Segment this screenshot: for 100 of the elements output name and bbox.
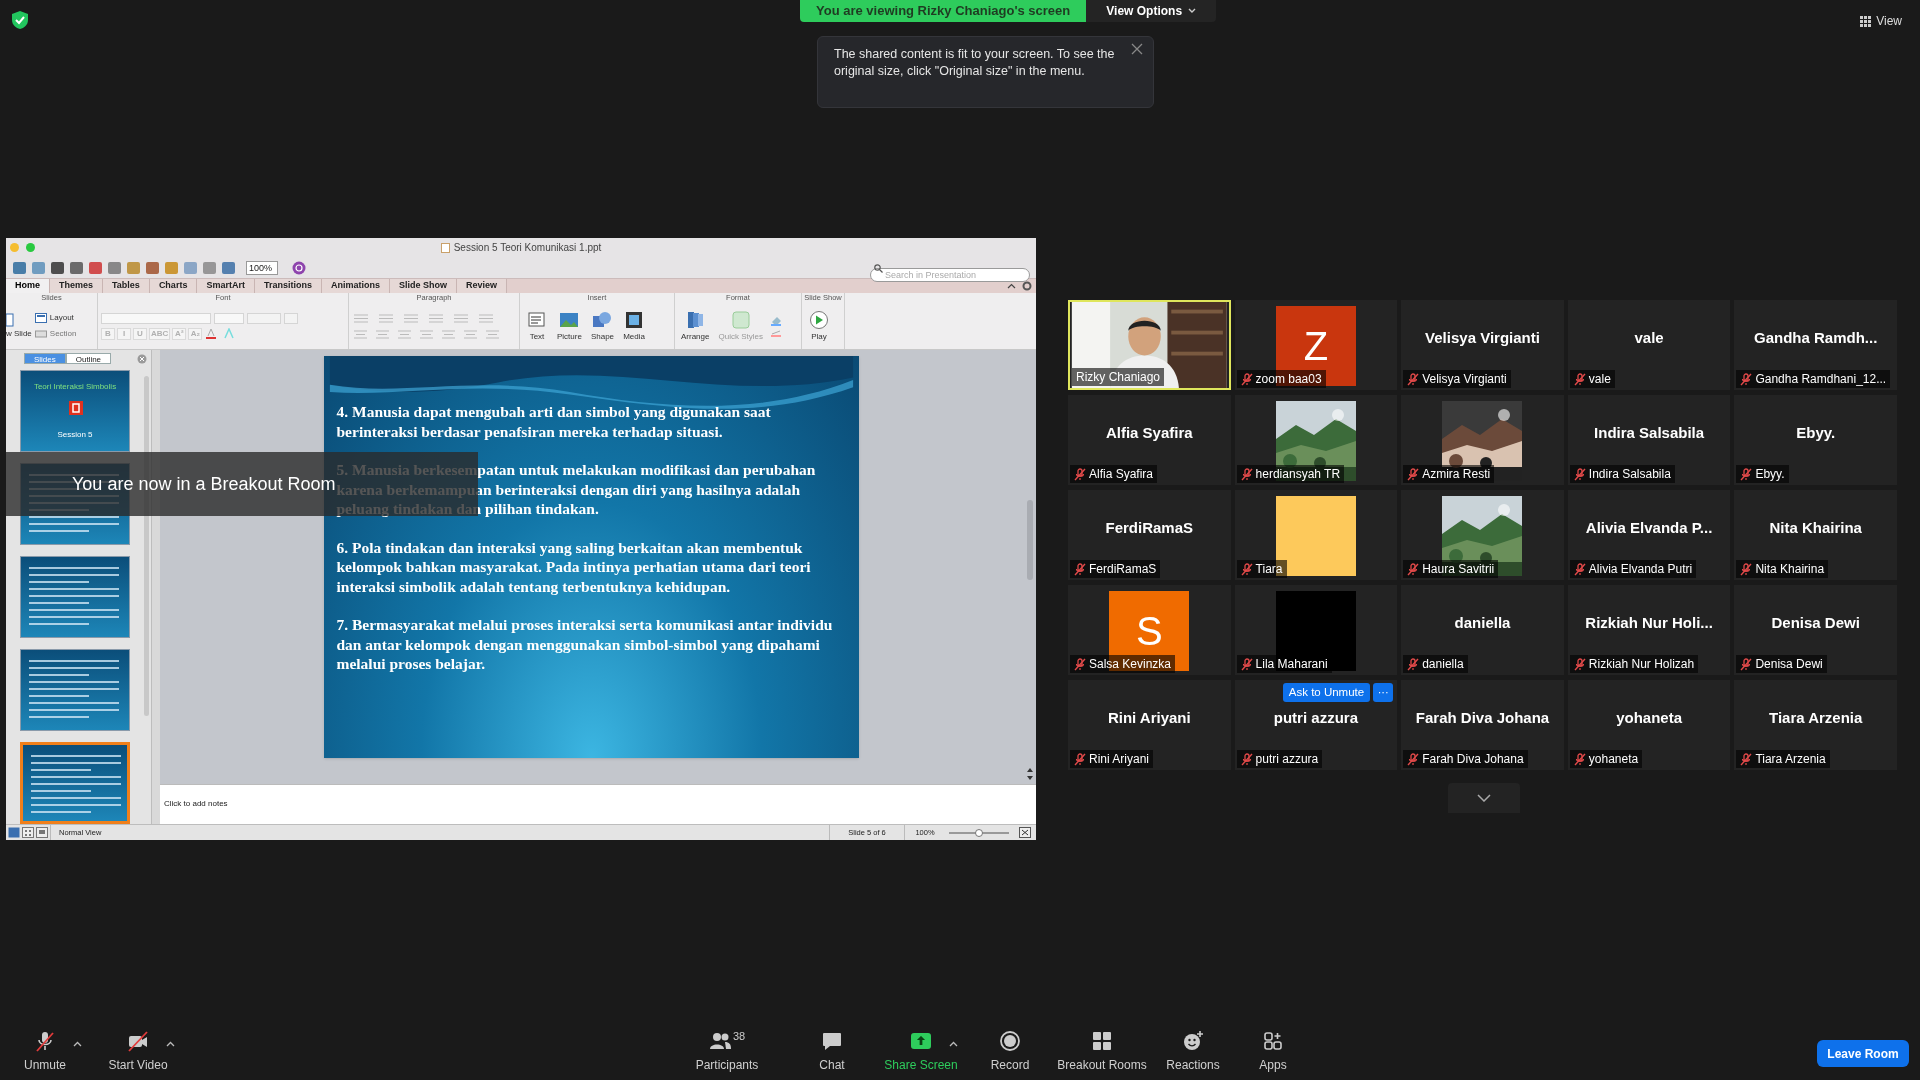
toolbar-button[interactable]: Breakout Rooms — [1052, 1030, 1152, 1074]
cut-icon[interactable] — [88, 260, 103, 275]
ribbon-tab[interactable]: Tables — [103, 279, 150, 293]
slide-thumbnail[interactable] — [20, 556, 130, 638]
slide-thumbnail[interactable]: Teori Interaksi Simbolis Session 5 — [20, 370, 130, 452]
participant-tile[interactable]: Denisa Dewi Denisa Dewi — [1734, 585, 1897, 675]
collapse-icon[interactable] — [1007, 283, 1016, 289]
new-slide-button[interactable]: w Slide — [6, 312, 32, 340]
ribbon-tab[interactable]: Themes — [50, 279, 104, 293]
font-size-field[interactable] — [214, 312, 244, 324]
paste-icon[interactable] — [126, 260, 141, 275]
toolbar-button[interactable]: 38 Participants — [677, 1030, 777, 1074]
sorter-view-icon[interactable] — [22, 827, 34, 838]
participant-tile[interactable]: Rizky Chaniago — [1068, 300, 1231, 390]
text-button[interactable]: Text — [523, 309, 551, 343]
participant-name: herdiansyah TR — [1255, 466, 1341, 483]
undo-icon[interactable] — [164, 260, 179, 275]
participant-tile[interactable]: Tiara — [1234, 490, 1398, 580]
ribbon-tab[interactable]: Home — [6, 279, 50, 293]
participant-tile[interactable]: vale vale — [1567, 300, 1731, 390]
gallery-icon[interactable] — [12, 260, 27, 275]
participant-tile[interactable]: Alfia Syafira Alfia Syafira — [1068, 395, 1231, 485]
play-button[interactable]: Play — [805, 309, 833, 343]
slide-thumbnail[interactable] — [20, 649, 130, 731]
ribbon-tab[interactable]: SmartArt — [197, 279, 255, 293]
participant-tile[interactable]: Rizkiah Nur Holi... Rizkiah Nur Holizah — [1567, 585, 1731, 675]
participant-tile[interactable]: Farah Diva Johana Farah Diva Johana — [1401, 680, 1564, 770]
scroll-arrows-icon[interactable] — [1026, 766, 1034, 782]
shield-icon[interactable] — [12, 11, 28, 29]
participant-tile[interactable]: herdiansyah TR — [1234, 395, 1398, 485]
close-icon[interactable] — [137, 354, 147, 364]
participant-tile[interactable]: Rini Ariyani Rini Ariyani — [1068, 680, 1231, 770]
ribbon-tab[interactable]: Review — [456, 279, 507, 293]
participant-tile[interactable]: Ebyy. Ebyy. — [1734, 395, 1897, 485]
layout-button[interactable]: Layout — [34, 312, 77, 324]
participant-tile[interactable]: S Salsa Kevinzka — [1068, 585, 1231, 675]
ribbon-tab[interactable]: Transitions — [254, 279, 322, 293]
normal-view-icon[interactable] — [8, 827, 20, 838]
caret-icon[interactable] — [949, 1041, 958, 1047]
window-title: Session 5 Teori Komunikasi 1.ppt — [453, 241, 602, 255]
participant-tile[interactable]: daniella daniella — [1401, 585, 1564, 675]
more-button[interactable]: ··· — [1373, 683, 1394, 702]
participant-display-name: Rini Ariyani — [1106, 708, 1192, 728]
caret-icon[interactable] — [166, 1041, 175, 1047]
help-icon[interactable] — [292, 260, 306, 275]
ribbon-tab[interactable]: Animations — [321, 279, 390, 293]
slide-icon[interactable] — [202, 260, 217, 275]
zoom-box[interactable]: 100% — [246, 260, 278, 275]
picture-button[interactable]: Picture — [554, 309, 585, 343]
settings-icon[interactable] — [1022, 281, 1032, 291]
save-icon[interactable] — [50, 260, 65, 275]
smiley-icon — [1182, 1030, 1204, 1052]
zoom-slider[interactable] — [949, 831, 1009, 834]
participant-tile[interactable]: Nita Khairina Nita Khairina — [1734, 490, 1897, 580]
shape-button[interactable]: Shape — [587, 309, 618, 343]
ribbon-tab[interactable]: Slide Show — [389, 279, 457, 293]
participant-tile[interactable]: Z zoom baa03 — [1234, 300, 1398, 390]
toolbar-label: Share Screen — [884, 1057, 958, 1074]
toolbar-button[interactable]: Apps — [1223, 1030, 1323, 1074]
zoom-button[interactable] — [26, 243, 35, 252]
participant-tile[interactable]: Alivia Elvanda P... Alivia Elvanda Putri — [1567, 490, 1731, 580]
pane-tab[interactable]: Outline — [65, 353, 112, 364]
fit-window-icon[interactable] — [1019, 827, 1031, 838]
arrange-button[interactable]: Arrange — [678, 309, 713, 343]
sort-icon[interactable] — [221, 260, 236, 275]
participant-tile[interactable]: Velisya Virgianti Velisya Virgianti — [1401, 300, 1564, 390]
slide-thumbnail[interactable] — [20, 742, 130, 824]
ask-to-unmute-button[interactable]: Ask to Unmute — [1282, 683, 1371, 702]
format-painter-icon[interactable] — [145, 260, 160, 275]
participant-tile[interactable]: FerdiRamaS FerdiRamaS — [1068, 490, 1231, 580]
view-button[interactable]: View — [1860, 12, 1902, 30]
close-icon[interactable] — [1131, 43, 1143, 55]
zoom-slider-thumb[interactable] — [975, 828, 983, 837]
view-options-button[interactable]: View Options — [1086, 0, 1217, 22]
chevron-down-icon — [1477, 794, 1491, 802]
presenter-view-icon[interactable] — [36, 827, 48, 838]
document-icon — [440, 242, 450, 253]
ribbon-tab[interactable]: Charts — [149, 279, 198, 293]
caret-icon[interactable] — [73, 1041, 82, 1047]
participant-name: Haura Savitrii — [1422, 561, 1495, 578]
scrollbar[interactable] — [1027, 500, 1033, 580]
font-name-field[interactable] — [101, 312, 211, 324]
participant-tile[interactable]: Tiara Arzenia Tiara Arzenia — [1734, 680, 1897, 770]
participant-tile[interactable]: yohaneta yohaneta — [1567, 680, 1731, 770]
print-icon[interactable] — [69, 260, 84, 275]
notes-field[interactable]: Click to add notes — [160, 784, 1036, 824]
participant-tile[interactable]: Lila Maharani — [1234, 585, 1398, 675]
copy-icon[interactable] — [107, 260, 122, 275]
participant-tile[interactable]: Indira Salsabila Indira Salsabila — [1567, 395, 1731, 485]
participant-tile[interactable]: Azmira Resti — [1401, 395, 1564, 485]
toolbar-label: Participants — [695, 1057, 759, 1074]
search-field[interactable]: Search in Presentation — [870, 267, 1030, 282]
section-button[interactable]: Section — [34, 328, 77, 340]
redo-icon[interactable] — [183, 260, 198, 275]
fill-icon[interactable] — [768, 314, 783, 338]
participant-tile[interactable]: Haura Savitrii — [1401, 490, 1564, 580]
participant-tile[interactable]: Gandha Ramdh... Gandha Ramdhani_12... — [1734, 300, 1897, 390]
media-button[interactable]: Media — [620, 309, 649, 343]
leave-room-button[interactable]: Leave Room — [1817, 1040, 1909, 1067]
participant-name: Tiara — [1255, 561, 1283, 578]
